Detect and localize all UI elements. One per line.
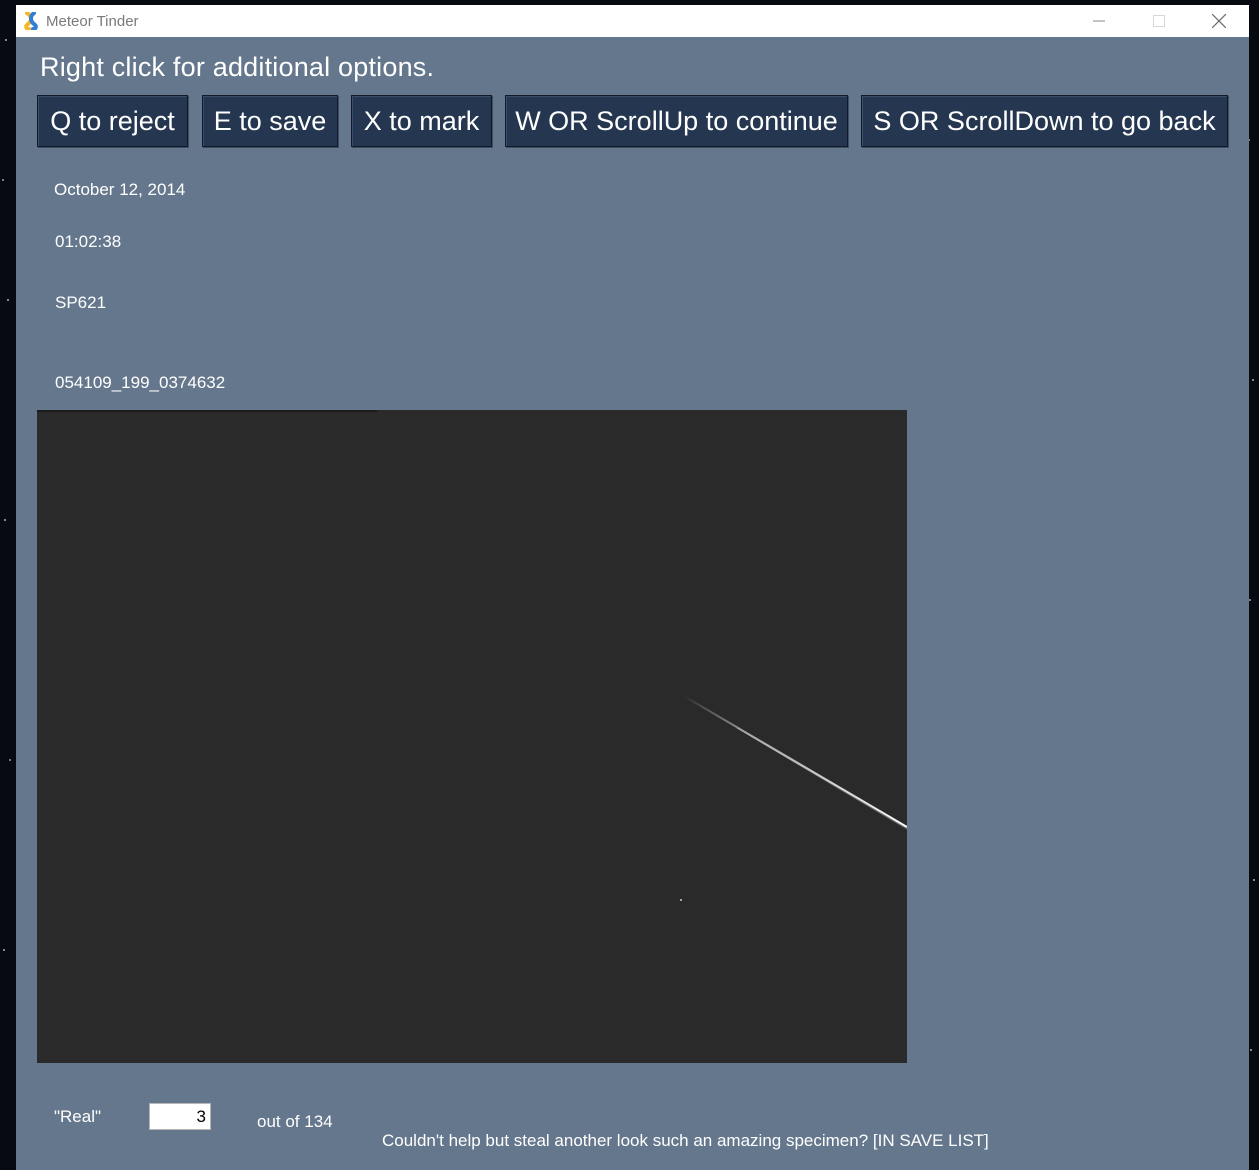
file-id: 054109_199_0374632 <box>55 373 226 392</box>
meteor-streak-graphic <box>37 410 907 901</box>
minimize-button[interactable] <box>1069 5 1129 37</box>
save-button[interactable]: E to save <box>202 95 338 147</box>
real-label: "Real" <box>54 1107 102 1126</box>
window-title: Meteor Tinder <box>46 12 139 30</box>
capture-time: 01:02:38 <box>55 232 122 251</box>
title-bar[interactable]: Meteor Tinder <box>16 5 1249 37</box>
instructions-text: Right click for additional options. <box>40 52 435 82</box>
go-back-button[interactable]: S OR ScrollDown to go back <box>861 95 1228 147</box>
total-count: out of 134 <box>257 1112 333 1131</box>
mark-button[interactable]: X to mark <box>351 95 492 147</box>
reject-button[interactable]: Q to reject <box>37 95 188 147</box>
status-message: Couldn't help but steal another look suc… <box>382 1131 989 1150</box>
capture-date: October 12, 2014 <box>54 180 186 199</box>
app-window: Meteor Tinder Right click for additional… <box>16 5 1249 1170</box>
app-logo-icon <box>24 12 38 30</box>
index-input[interactable] <box>149 1103 211 1130</box>
station-id: SP621 <box>55 293 107 312</box>
close-icon <box>1212 14 1226 28</box>
window-controls <box>1069 5 1249 37</box>
meteor-image[interactable] <box>37 410 907 1063</box>
maximize-icon <box>1153 15 1165 27</box>
close-button[interactable] <box>1189 5 1249 37</box>
maximize-button[interactable] <box>1129 5 1189 37</box>
continue-button[interactable]: W OR ScrollUp to continue <box>505 95 848 147</box>
minimize-icon <box>1093 20 1105 22</box>
